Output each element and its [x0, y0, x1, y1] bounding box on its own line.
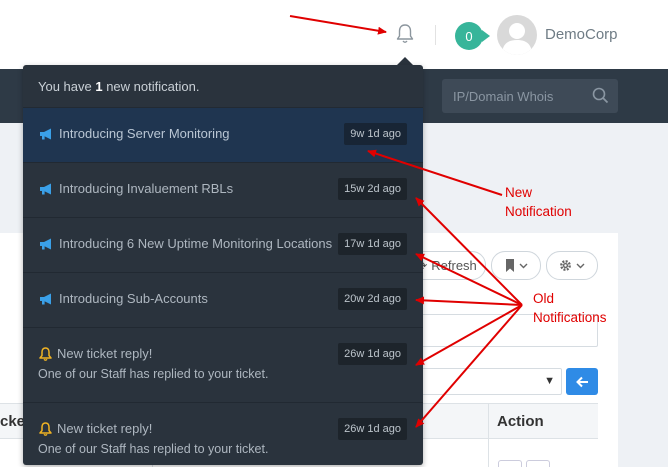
notifications-bell-button[interactable]: [392, 20, 418, 48]
annotation-line: Notification: [505, 204, 572, 219]
row-action-button[interactable]: [498, 460, 522, 467]
notification-title-text: New ticket reply!: [57, 421, 153, 436]
notification-title: Introducing 6 New Uptime Monitoring Loca…: [39, 236, 332, 251]
notification-title-text: Introducing Server Monitoring: [59, 126, 230, 141]
account-username[interactable]: DemoCorp: [545, 26, 618, 43]
dropdown-caret: [397, 57, 413, 65]
settings-dropdown-button[interactable]: [546, 251, 598, 280]
apply-filter-button[interactable]: [566, 368, 598, 395]
cart-count-badge[interactable]: 0: [455, 22, 490, 50]
notification-item[interactable]: New ticket reply! One of our Staff has r…: [23, 328, 423, 403]
notification-time: 26w 1d ago: [338, 343, 407, 365]
column-header-action: Action: [497, 413, 544, 430]
notification-item[interactable]: New ticket reply! One of our Staff has r…: [23, 403, 423, 465]
header-divider: [435, 25, 436, 45]
bell-icon: [39, 421, 52, 436]
arrow-left-icon: [575, 376, 588, 387]
notification-time: 20w 2d ago: [338, 288, 407, 310]
notifications-dropdown: You have 1 new notification. Introducing…: [23, 65, 423, 465]
notification-item[interactable]: Introducing Sub-Accounts 20w 2d ago: [23, 273, 423, 328]
bell-icon: [39, 346, 52, 361]
notifications-header: You have 1 new notification.: [23, 65, 423, 108]
megaphone-icon: [40, 293, 51, 304]
notification-title-text: New ticket reply!: [57, 346, 153, 361]
row-action-button[interactable]: [526, 460, 550, 467]
notification-item[interactable]: Introducing 6 New Uptime Monitoring Loca…: [23, 218, 423, 273]
new-notification-annotation: New Notification: [505, 183, 572, 221]
annotation-line: Old: [533, 291, 555, 306]
notification-time: 17w 1d ago: [338, 233, 407, 255]
bell-icon: [396, 24, 414, 43]
bookmark-icon: [505, 259, 514, 272]
notifications-header-suffix: new notification.: [102, 79, 200, 94]
notification-title: New ticket reply!: [39, 421, 152, 436]
annotation-line: New: [505, 185, 533, 200]
search-icon[interactable]: [592, 87, 609, 104]
notification-title: Introducing Server Monitoring: [39, 126, 230, 141]
notification-body: One of our Staff has replied to your tic…: [38, 442, 269, 456]
megaphone-icon: [40, 238, 51, 249]
refresh-label: Refresh: [431, 258, 477, 273]
notification-time: 15w 2d ago: [338, 178, 407, 200]
notification-title-text: Introducing 6 New Uptime Monitoring Loca…: [59, 236, 333, 251]
chevron-down-icon: [576, 263, 585, 268]
notification-item[interactable]: Introducing Invaluement RBLs 15w 2d ago: [23, 163, 423, 218]
new-notification-count: 1: [95, 79, 103, 94]
caret-down-icon: ▼: [544, 375, 555, 387]
notification-item[interactable]: Introducing Server Monitoring 9w 1d ago: [23, 108, 423, 163]
user-avatar-icon: [502, 23, 532, 55]
notification-title-text: Introducing Sub-Accounts: [59, 291, 208, 306]
top-header: 0 DemoCorp: [0, 0, 668, 69]
avatar[interactable]: [497, 15, 537, 55]
notifications-header-prefix: You have: [38, 79, 96, 94]
column-divider: [488, 404, 489, 467]
annotation-line: Notifications: [533, 310, 607, 325]
whois-search-input[interactable]: [442, 79, 592, 113]
gear-icon: [560, 260, 571, 271]
notification-title: Introducing Invaluement RBLs: [39, 181, 233, 196]
notification-time: 9w 1d ago: [344, 123, 407, 145]
notification-time: 26w 1d ago: [338, 418, 407, 440]
old-notifications-annotation: Old Notifications: [533, 289, 607, 327]
notification-title-text: Introducing Invaluement RBLs: [59, 181, 234, 196]
megaphone-icon: [40, 128, 51, 139]
notification-body: One of our Staff has replied to your tic…: [38, 367, 269, 381]
filter-select[interactable]: ▼: [412, 368, 562, 395]
bookmark-dropdown-button[interactable]: [491, 251, 541, 280]
whois-search: [442, 79, 618, 113]
notification-title: New ticket reply!: [39, 346, 152, 361]
notification-title: Introducing Sub-Accounts: [39, 291, 208, 306]
megaphone-icon: [40, 183, 51, 194]
chevron-down-icon: [519, 263, 527, 268]
